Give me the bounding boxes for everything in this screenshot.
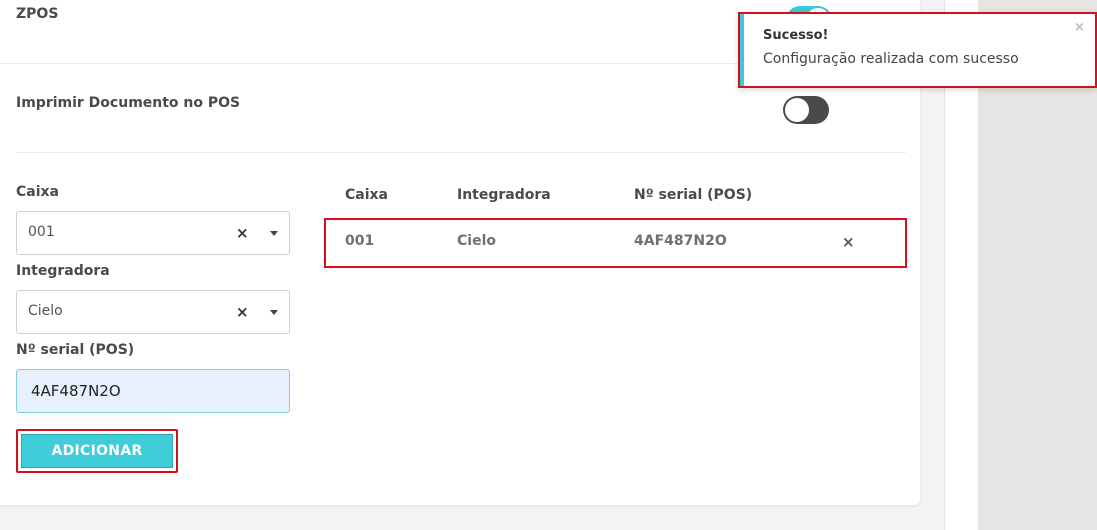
toast-accent — [740, 14, 744, 86]
chevron-down-icon[interactable] — [270, 231, 278, 236]
table-header-serial: Nº serial (POS) — [634, 187, 753, 203]
table-header-caixa: Caixa — [345, 187, 388, 203]
divider — [16, 152, 906, 153]
success-toast: Sucesso! Configuração realizada com suce… — [738, 12, 1097, 88]
imprimir-title: Imprimir Documento no POS — [16, 95, 241, 111]
table-row — [324, 218, 907, 268]
toggle-knob — [785, 98, 809, 122]
clear-icon[interactable]: × — [236, 224, 249, 242]
caixa-select[interactable]: 001 × — [16, 211, 290, 255]
add-button[interactable]: ADICIONAR — [21, 434, 173, 468]
integradora-select[interactable]: Cielo × — [16, 290, 290, 334]
toast-title: Sucesso! — [763, 28, 829, 43]
delete-row-icon[interactable]: × — [842, 233, 855, 251]
caixa-label: Caixa — [16, 184, 59, 200]
close-icon[interactable]: × — [1074, 20, 1085, 35]
toast-message: Configuração realizada com sucesso — [763, 51, 1019, 67]
integradora-select-value: Cielo — [28, 303, 63, 319]
clear-icon[interactable]: × — [236, 303, 249, 321]
integradora-label: Integradora — [16, 263, 110, 279]
chevron-down-icon[interactable] — [270, 310, 278, 315]
serial-label: Nº serial (POS) — [16, 342, 135, 358]
imprimir-toggle[interactable] — [783, 96, 829, 124]
zpos-title: ZPOS — [16, 6, 59, 22]
row-integradora: Cielo — [457, 233, 496, 249]
caixa-select-value: 001 — [28, 224, 55, 240]
table-header-integradora: Integradora — [457, 187, 551, 203]
add-button-highlight: ADICIONAR — [16, 429, 178, 473]
serial-input[interactable]: 4AF487N2O — [16, 369, 290, 413]
row-caixa: 001 — [345, 233, 375, 249]
row-serial: 4AF487N2O — [634, 233, 727, 249]
